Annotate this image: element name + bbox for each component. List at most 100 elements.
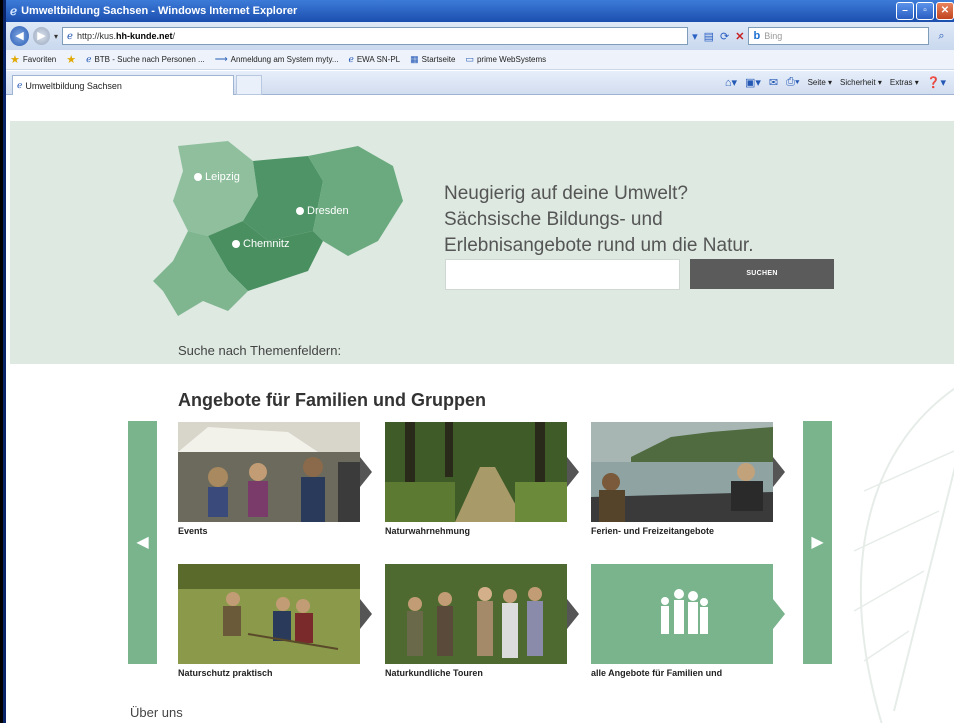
city-dot-icon: [194, 173, 202, 181]
tile-label: Naturschutz praktisch: [178, 668, 273, 678]
page-icon: ℯ: [67, 30, 73, 42]
tile-label: Ferien- und Freizeitangebote: [591, 526, 715, 536]
search-button[interactable]: SUCHEN: [690, 259, 834, 289]
favorites-label: Favoriten: [22, 55, 57, 64]
nature-tour-photo: [385, 564, 567, 664]
themen-label: Suche nach Themenfeldern:: [178, 343, 342, 358]
carousel-next-button[interactable]: ▶: [803, 421, 832, 664]
family-icon: [591, 564, 773, 664]
url-dropdown-icon[interactable]: ▾: [692, 30, 698, 43]
tile-label: Naturkundliche Touren: [385, 668, 483, 678]
search-icon[interactable]: ⌕: [933, 27, 950, 45]
hero-section: Leipzig Dresden Chemnitz Neugierig auf d…: [10, 121, 954, 364]
favorite-item[interactable]: ▭ prime WebSystems: [465, 54, 546, 65]
tile-arrow-icon: [567, 457, 579, 487]
search-box[interactable]: b Bing: [748, 27, 929, 45]
history-dropdown-icon[interactable]: ▾: [54, 32, 58, 41]
page-icon: ℯ: [348, 54, 354, 64]
saxony-map[interactable]: [148, 141, 408, 321]
city-dresden[interactable]: Dresden: [296, 205, 349, 217]
favorite-item[interactable]: ℯ EWA SN-PL: [349, 54, 401, 65]
url-prefix: http://kus.: [76, 31, 116, 41]
tile-ferien[interactable]: Ferien- und Freizeitangebote: [591, 422, 787, 536]
tile-label: Naturwahrnehmung: [385, 526, 471, 536]
leaf-watermark: [853, 387, 954, 723]
browser-window: ℯ Umweltbildung Sachsen - Windows Intern…: [3, 0, 954, 723]
favorite-item[interactable]: ▦ Startseite: [410, 54, 455, 65]
back-button[interactable]: ◀: [10, 26, 29, 46]
favorite-label: prime WebSystems: [476, 55, 547, 64]
favorite-item[interactable]: ℯ BTB - Suche nach Personen ...: [86, 54, 205, 65]
city-dot-icon: [232, 240, 240, 248]
tile-arrow-icon: [567, 599, 579, 629]
forest-path-photo: [385, 422, 567, 522]
page-icon: ℯ: [17, 80, 23, 90]
city-chemnitz[interactable]: Chemnitz: [232, 238, 289, 250]
tile-naturwahrnehmung[interactable]: Naturwahrnehmung: [385, 422, 581, 536]
restore-button[interactable]: ▫: [916, 2, 934, 20]
seite-menu[interactable]: Seite ▾: [808, 78, 832, 87]
extras-menu[interactable]: Extras ▾: [890, 78, 919, 87]
search-placeholder: Bing: [764, 31, 783, 41]
tile-alle-angebote[interactable]: alle Angebote für Familien und: [591, 564, 787, 678]
tile-arrow-icon: [360, 457, 372, 487]
tile-touren[interactable]: Naturkundliche Touren: [385, 564, 581, 678]
stop-icon[interactable]: ✕: [735, 30, 744, 43]
city-leipzig[interactable]: Leipzig: [194, 171, 240, 183]
favorites-button[interactable]: ★ Favoriten: [10, 53, 56, 66]
tile-events[interactable]: Events: [178, 422, 374, 536]
mail-icon[interactable]: ✉: [769, 76, 778, 89]
boat-river-photo: [591, 422, 773, 522]
ie-logo-icon: ℯ: [10, 4, 18, 18]
carousel-prev-button[interactable]: ◀: [128, 421, 157, 664]
refresh-icon[interactable]: ⟳: [720, 30, 729, 43]
home-icon[interactable]: ⌂▾: [725, 76, 737, 89]
forward-button[interactable]: ▶: [32, 27, 51, 45]
title-bar: ℯ Umweltbildung Sachsen - Windows Intern…: [6, 0, 954, 22]
city-label: Dresden: [307, 205, 349, 217]
arrow-left-icon: ◀: [136, 534, 149, 551]
url-input[interactable]: ℯ http://kus.hh-kunde.net/: [62, 27, 689, 45]
tile-naturschutz[interactable]: Naturschutz praktisch: [178, 564, 374, 678]
help-icon[interactable]: ❓▾: [927, 76, 946, 89]
section-title: Angebote für Familien und Gruppen: [178, 390, 486, 410]
tile-arrow-icon: [360, 599, 372, 629]
url-suffix: /: [172, 31, 176, 41]
url-domain: hh-kunde.net: [116, 31, 173, 41]
city-dot-icon: [296, 207, 304, 215]
feeds-icon[interactable]: ▣▾: [745, 76, 761, 89]
compatibility-icon[interactable]: ▤: [704, 30, 714, 43]
meadow-work-photo: [178, 564, 360, 664]
window-controls: – ▫ ✕: [896, 2, 954, 20]
print-icon[interactable]: ⎙▾: [786, 76, 799, 89]
headline-line: Neugierig auf deine Umwelt?: [444, 183, 688, 204]
city-label: Leipzig: [205, 171, 240, 183]
favorite-label: EWA SN-PL: [356, 55, 401, 64]
tab-label: Umweltbildung Sachsen: [25, 80, 122, 91]
favorite-label: Startseite: [421, 55, 456, 64]
address-bar: ◀ ▶ ▾ ℯ http://kus.hh-kunde.net/ ▾ ▤ ⟳ ✕…: [6, 22, 954, 50]
page-icon: ℯ: [86, 54, 92, 64]
close-button[interactable]: ✕: [936, 2, 954, 20]
headline-line: Sächsische Bildungs- und: [444, 209, 663, 230]
add-favorite-icon[interactable]: ★: [66, 53, 76, 66]
site-icon: ▭: [465, 54, 474, 64]
sicherheit-menu[interactable]: Sicherheit ▾: [840, 78, 882, 87]
events-photo: [178, 422, 360, 522]
web-page: Leipzig Dresden Chemnitz Neugierig auf d…: [6, 96, 954, 723]
bing-icon: b: [753, 30, 761, 42]
ueber-uns-heading: Über uns: [130, 705, 183, 720]
link-icon: ⟶: [214, 54, 228, 64]
favorite-item[interactable]: ⟶ Anmeldung am System myty...: [215, 54, 339, 65]
map-region-dresden[interactable]: [308, 146, 403, 256]
minimize-button[interactable]: –: [896, 2, 914, 20]
new-tab-button[interactable]: [236, 75, 262, 95]
site-search-input[interactable]: [445, 259, 680, 290]
tile-label: alle Angebote für Familien und: [591, 668, 723, 678]
tab-active[interactable]: ℯ Umweltbildung Sachsen: [12, 75, 234, 95]
tile-arrow-icon: [773, 457, 785, 487]
command-bar: ⌂▾ ▣▾ ✉ ⎙▾ Seite ▾ Sicherheit ▾ Extras ▾…: [725, 76, 946, 89]
address-actions: ▾ ▤ ⟳ ✕: [692, 30, 744, 43]
add-star-icon: ★: [66, 54, 77, 66]
favorite-label: BTB - Suche nach Personen ...: [94, 55, 205, 64]
